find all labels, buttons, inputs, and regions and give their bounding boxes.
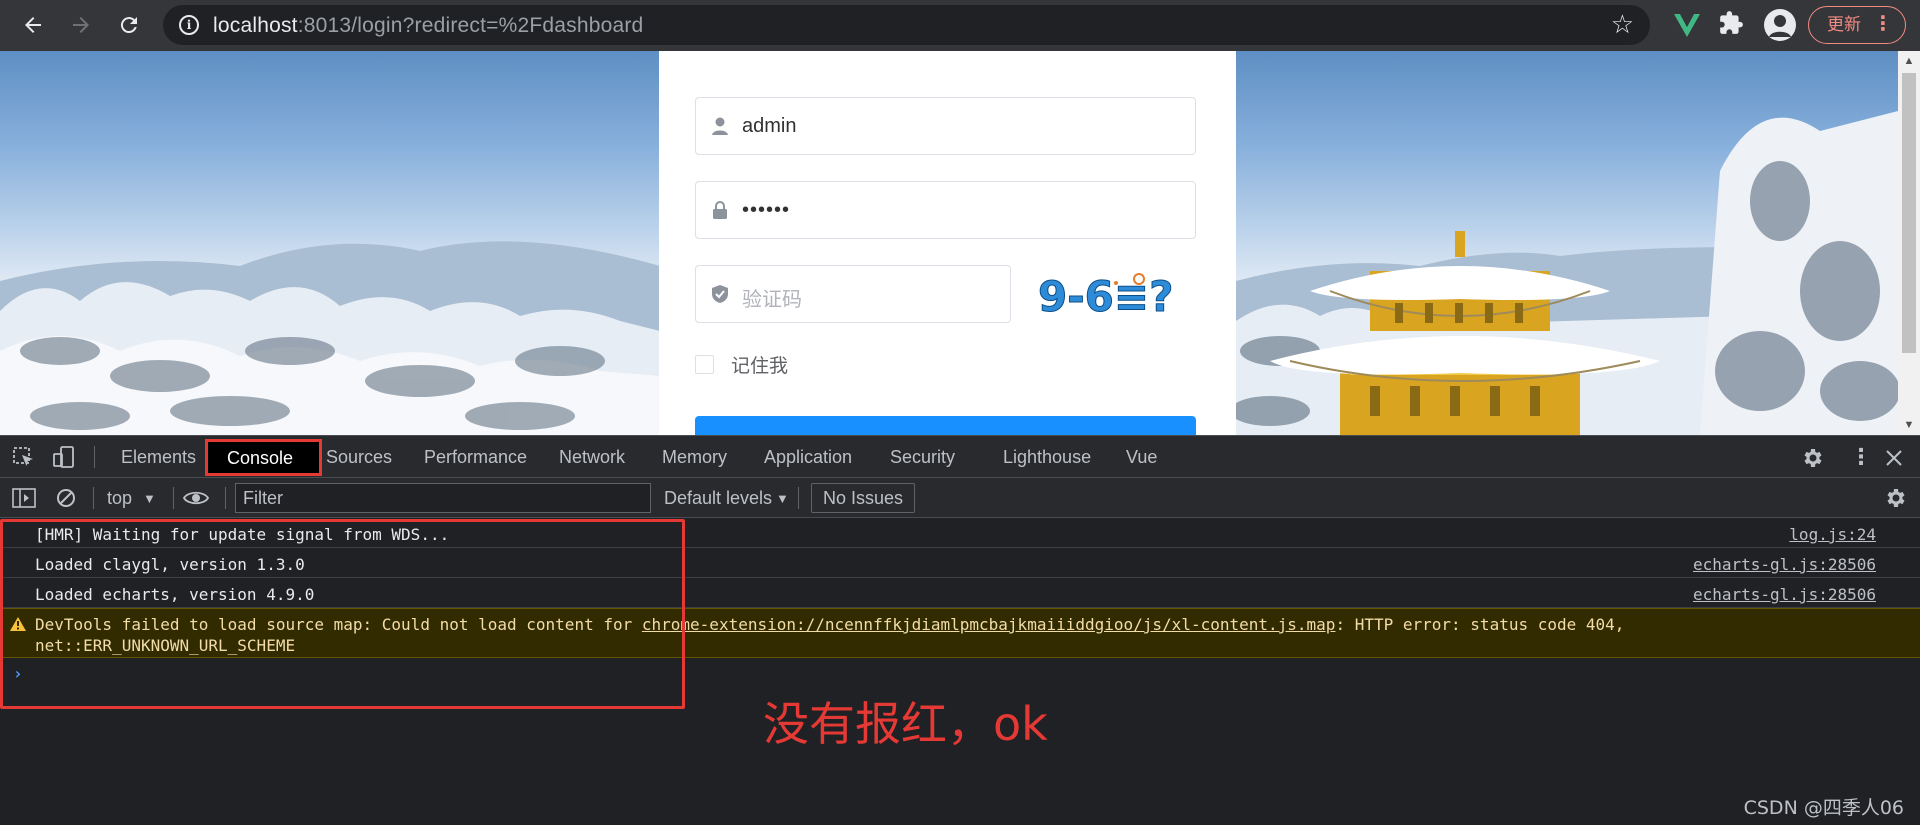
tab-application[interactable]: Application	[764, 447, 852, 468]
divider	[173, 487, 174, 509]
watermark: CSDN @四季人06	[1743, 797, 1904, 819]
update-button[interactable]: 更新 ⋮	[1808, 6, 1906, 44]
source-link[interactable]: echarts-gl.js:28506	[1693, 555, 1876, 574]
devtools-menu-icon[interactable]: ⋮	[1850, 444, 1872, 470]
forward-arrow-icon[interactable]	[64, 8, 98, 42]
tab-security[interactable]: Security	[890, 447, 955, 468]
scrollbar-thumb[interactable]	[1902, 73, 1916, 353]
device-toolbar-icon[interactable]	[52, 446, 76, 468]
scroll-up-icon[interactable]: ▲	[1898, 51, 1920, 71]
page-viewport: admin •••••• 验证码 9-6≡? 记住我 ▲ ▼	[0, 51, 1920, 435]
vue-devtools-icon[interactable]	[1672, 8, 1702, 42]
divider	[225, 487, 226, 509]
lock-icon	[713, 201, 727, 219]
captcha-text: 9-6≡?	[1038, 272, 1173, 321]
reload-icon[interactable]	[112, 8, 146, 42]
divider	[94, 446, 95, 468]
tab-performance[interactable]: Performance	[424, 447, 527, 468]
username-field[interactable]: admin	[695, 97, 1196, 155]
address-bar[interactable]: i localhost:8013/login?redirect=%2Fdashb…	[163, 5, 1650, 45]
star-icon[interactable]: ☆	[1611, 9, 1634, 40]
username-value: admin	[742, 115, 797, 137]
tab-vue[interactable]: Vue	[1126, 447, 1157, 468]
eye-icon[interactable]	[183, 489, 209, 507]
page-scrollbar[interactable]: ▲ ▼	[1898, 51, 1920, 435]
chevron-down-icon[interactable]: ▼	[143, 491, 156, 506]
remember-label: 记住我	[731, 356, 789, 377]
puzzle-icon[interactable]	[1716, 10, 1746, 40]
filter-input[interactable]: Filter	[235, 483, 651, 513]
console-settings-gear-icon[interactable]	[1883, 486, 1907, 510]
login-form: admin •••••• 验证码 9-6≡? 记住我	[659, 51, 1236, 435]
inspect-element-icon[interactable]	[12, 446, 36, 468]
password-value: ••••••	[742, 199, 791, 221]
divider	[93, 487, 94, 509]
tab-sources[interactable]: Sources	[326, 447, 392, 468]
context-selector[interactable]: top	[107, 488, 132, 509]
sidebar-toggle-icon[interactable]	[12, 487, 36, 509]
tab-console[interactable]: Console	[205, 439, 322, 476]
filter-placeholder: Filter	[243, 488, 283, 508]
tab-elements[interactable]: Elements	[121, 447, 196, 468]
url-text[interactable]: localhost:8013/login?redirect=%2Fdashboa…	[213, 14, 643, 38]
captcha-field[interactable]: 验证码	[695, 265, 1011, 323]
update-label: 更新	[1827, 15, 1861, 34]
user-icon	[712, 117, 728, 135]
back-arrow-icon[interactable]	[16, 8, 50, 42]
devtools-tabbar: Elements Console Sources Performance Net…	[0, 435, 1920, 478]
highlight-box	[0, 519, 685, 709]
chevron-down-icon[interactable]: ▼	[776, 491, 789, 506]
password-field[interactable]: ••••••	[695, 181, 1196, 239]
issues-button[interactable]: No Issues	[811, 483, 915, 513]
tab-console-label: Console	[227, 448, 294, 468]
shield-icon	[712, 285, 728, 303]
profile-icon[interactable]	[1764, 9, 1796, 41]
annotation-note: 没有报红，ok	[763, 697, 1048, 751]
warning-suffix: : HTTP error: status code 404,	[1335, 615, 1625, 634]
login-button[interactable]	[695, 416, 1196, 435]
info-icon[interactable]: i	[179, 15, 199, 35]
remember-me[interactable]: 记住我	[695, 351, 788, 378]
source-map-link[interactable]: chrome-extension://ncennffkjdiamlpmcbajk…	[642, 615, 1336, 634]
captcha-placeholder: 验证码	[742, 289, 802, 311]
source-link[interactable]: log.js:24	[1789, 525, 1876, 544]
tab-network[interactable]: Network	[559, 447, 625, 468]
scroll-down-icon[interactable]: ▼	[1898, 415, 1920, 435]
browser-toolbar: i localhost:8013/login?redirect=%2Fdashb…	[0, 0, 1920, 51]
console-toolbar: top ▼ Filter Default levels ▼ No Issues	[0, 478, 1920, 518]
divider	[798, 487, 799, 509]
tab-lighthouse[interactable]: Lighthouse	[1003, 447, 1091, 468]
remember-checkbox[interactable]	[695, 355, 714, 374]
captcha-image[interactable]: 9-6≡?	[1036, 271, 1196, 323]
close-icon[interactable]	[1884, 448, 1904, 468]
kebab-menu-icon[interactable]: ⋮	[1873, 7, 1893, 42]
log-levels-dropdown[interactable]: Default levels	[664, 488, 772, 509]
tab-memory[interactable]: Memory	[662, 447, 727, 468]
clear-console-icon[interactable]	[55, 487, 77, 509]
source-link[interactable]: echarts-gl.js:28506	[1693, 585, 1876, 604]
settings-gear-icon[interactable]	[1800, 446, 1824, 470]
